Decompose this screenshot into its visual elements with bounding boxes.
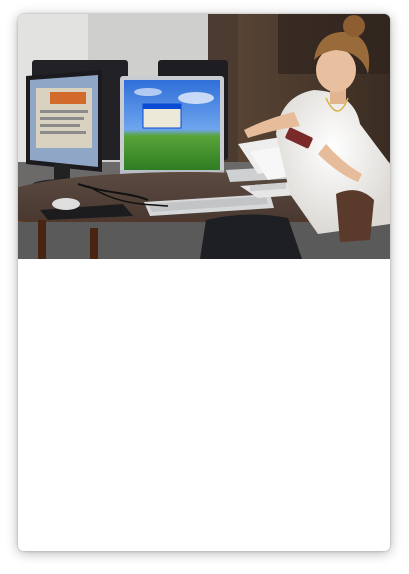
blank-content-area (18, 259, 390, 551)
photo (18, 14, 390, 259)
photo-card (18, 14, 390, 551)
office-photo-image (18, 14, 390, 259)
